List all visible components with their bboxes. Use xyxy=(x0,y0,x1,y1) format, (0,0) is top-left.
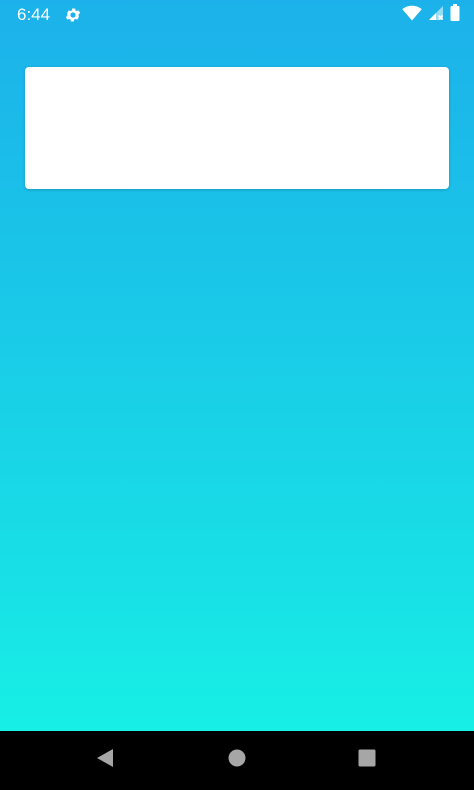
status-icons xyxy=(402,4,460,26)
recents-button[interactable] xyxy=(337,731,397,790)
back-button[interactable] xyxy=(75,731,135,790)
navigation-bar xyxy=(0,731,474,790)
recents-icon xyxy=(357,748,377,773)
wifi-icon xyxy=(402,5,422,26)
status-time: 6:44 xyxy=(17,5,51,24)
settings-gear-icon xyxy=(64,6,82,24)
status-bar: 6:44 xyxy=(0,0,474,30)
home-icon xyxy=(227,748,247,773)
home-button[interactable] xyxy=(207,731,267,790)
battery-icon xyxy=(450,4,460,26)
app-screen: 6:44 xyxy=(0,0,474,731)
back-icon xyxy=(95,748,115,773)
cell-signal-no-service-icon xyxy=(428,5,444,26)
content-card xyxy=(25,67,449,189)
